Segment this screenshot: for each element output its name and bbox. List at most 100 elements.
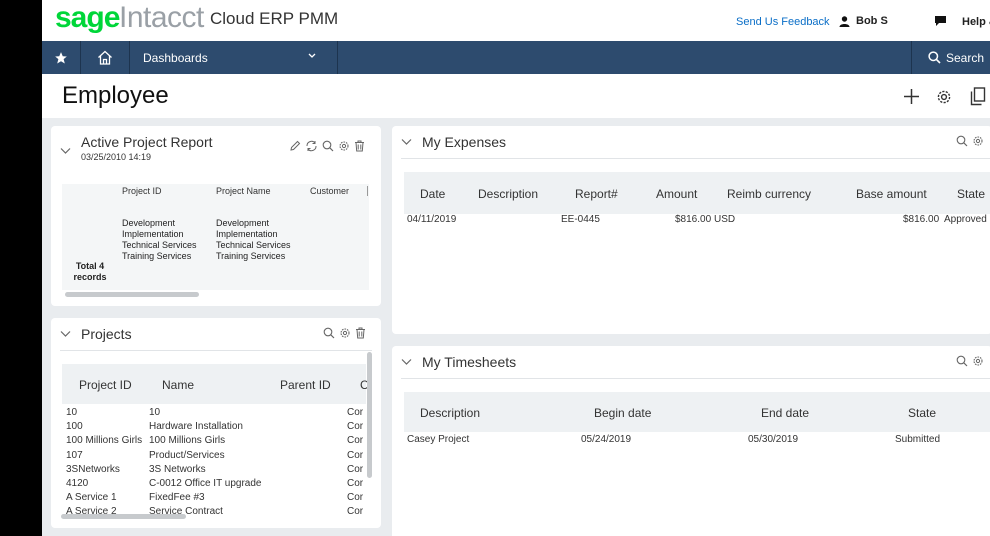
project-name: Hardware Installation xyxy=(149,421,243,433)
gear-icon[interactable] xyxy=(972,135,984,147)
collapse-chevron-icon[interactable] xyxy=(60,330,71,338)
project-id: 100 Millions Girls xyxy=(66,435,143,447)
chat-icon[interactable] xyxy=(934,15,947,27)
total-label: Total 4 xyxy=(75,261,105,271)
search-icon[interactable] xyxy=(956,355,968,367)
gear-icon[interactable] xyxy=(339,327,351,339)
table-row[interactable]: 4120 C-0012 Office IT upgrade Cor xyxy=(66,478,370,492)
sage-logo[interactable]: sage xyxy=(55,1,120,35)
vertical-scrollbar[interactable] xyxy=(367,352,372,478)
table-row[interactable]: 04/11/2019 EE-0445 $816.00 USD $816.00 A… xyxy=(392,214,990,236)
send-feedback-link[interactable]: Send Us Feedback xyxy=(736,16,830,28)
collapse-chevron-icon[interactable] xyxy=(401,358,412,366)
my-timesheets-card: My Timesheets Description Begin date End… xyxy=(392,346,990,536)
app-window: sage Intacct Cloud ERP PMM Send Us Feedb… xyxy=(42,0,990,536)
project-id: 3SNetworks xyxy=(66,463,120,475)
page-title: Employee xyxy=(62,82,169,109)
horizontal-scrollbar[interactable] xyxy=(65,292,199,297)
edit-pencil-icon[interactable] xyxy=(289,140,301,152)
divider xyxy=(401,158,990,159)
expense-currency: USD xyxy=(714,214,736,225)
column-header[interactable]: Report# xyxy=(575,187,618,201)
report-table: Project ID Project Name Customer Develop… xyxy=(62,184,369,290)
table-row[interactable]: Casey Project 05/24/2019 05/30/2019 Subm… xyxy=(392,434,990,456)
column-header[interactable]: Begin date xyxy=(594,406,651,420)
column-header[interactable]: Project ID xyxy=(79,378,132,392)
help-link[interactable]: Help & xyxy=(962,16,990,28)
column-header[interactable]: State xyxy=(908,406,936,420)
main-nav: Dashboards Search xyxy=(42,41,990,74)
user-menu[interactable]: Bob S xyxy=(839,15,888,27)
table-row[interactable]: 10 10 Cor xyxy=(66,407,370,421)
card-title: Active Project Report xyxy=(81,134,213,150)
column-header[interactable]: End date xyxy=(761,406,809,420)
add-icon[interactable] xyxy=(903,88,920,105)
search-icon[interactable] xyxy=(956,135,968,147)
column-header[interactable]: Base amount xyxy=(856,187,927,201)
table-row[interactable]: A Service 2 Service Contract Cor xyxy=(66,506,370,514)
column-header[interactable]: Parent ID xyxy=(280,378,331,392)
table-row[interactable]: 3SNetworks 3S Networks Cor xyxy=(66,464,370,478)
projects-card: Projects Project ID Name Parent ID C 10 1… xyxy=(51,318,381,528)
trash-icon[interactable] xyxy=(354,140,365,152)
trash-icon[interactable] xyxy=(355,327,366,339)
project-c: Cor xyxy=(347,407,364,418)
search-icon[interactable] xyxy=(323,327,335,339)
project-c: Cor xyxy=(347,463,364,475)
refresh-icon[interactable] xyxy=(305,140,318,152)
favorites-button[interactable] xyxy=(42,41,81,74)
project-c: Cor xyxy=(347,506,364,514)
search-icon[interactable] xyxy=(322,140,334,152)
table-row[interactable]: 107 Product/Services Cor xyxy=(66,450,370,464)
list-item: Implementation xyxy=(122,229,184,239)
project-name: Product/Services xyxy=(149,449,225,461)
search-icon xyxy=(928,51,941,64)
column-header[interactable]: Date xyxy=(420,187,445,201)
gear-icon[interactable] xyxy=(935,88,953,106)
column-header[interactable]: Name xyxy=(162,378,194,392)
expense-report-link[interactable]: EE-0445 xyxy=(561,214,600,225)
search-label: Search xyxy=(946,50,985,65)
column-header[interactable]: Description xyxy=(420,406,480,420)
column-header[interactable]: Reimb currency xyxy=(727,187,811,201)
column-divider xyxy=(367,186,368,196)
gear-icon[interactable] xyxy=(972,355,984,367)
my-expenses-card: My Expenses Date Description Report# Amo… xyxy=(392,126,990,334)
copy-icon[interactable] xyxy=(970,87,986,106)
horizontal-scrollbar[interactable] xyxy=(61,514,186,519)
divider xyxy=(401,378,990,379)
expense-state: Approved xyxy=(944,214,987,225)
list-item: Technical Services xyxy=(216,240,291,250)
column-header: Project Name xyxy=(216,186,271,196)
home-button[interactable] xyxy=(81,41,130,74)
top-bar: sage Intacct Cloud ERP PMM Send Us Feedb… xyxy=(42,0,990,41)
project-id: A Service 2 xyxy=(66,506,117,514)
project-c: Cor xyxy=(347,478,364,489)
chevron-down-icon xyxy=(308,50,316,62)
expense-amount: $816.00 xyxy=(675,214,712,225)
column-header[interactable]: State xyxy=(957,187,985,201)
project-name: Service Contract xyxy=(149,506,223,514)
table-row[interactable]: 100 Hardware Installation Cor xyxy=(66,421,370,435)
table-row[interactable]: 100 Millions Girls 100 Millions Girls Cor xyxy=(66,435,370,449)
dashboards-menu[interactable]: Dashboards xyxy=(130,41,338,74)
collapse-chevron-icon[interactable] xyxy=(60,147,71,155)
column-header[interactable]: Description xyxy=(478,187,538,201)
card-title: Projects xyxy=(81,326,132,342)
gear-icon[interactable] xyxy=(338,140,350,152)
table-header: Description Begin date End date State xyxy=(404,392,990,432)
timesheet-begin-date: 05/24/2019 xyxy=(581,434,632,445)
card-toolbar xyxy=(956,355,984,367)
project-id: 10 xyxy=(66,407,78,418)
projects-table-body: 10 10 Cor 100 Hardware Installation Cor 100 Mi… xyxy=(66,407,370,514)
user-name: Bob S xyxy=(856,15,888,27)
product-name: Cloud ERP PMM xyxy=(210,9,339,28)
table-row[interactable]: A Service 1 FixedFee #3 Cor xyxy=(66,492,370,506)
divider xyxy=(60,350,372,351)
search-button[interactable]: Search xyxy=(911,41,990,74)
card-title: My Expenses xyxy=(422,134,507,150)
column-header[interactable]: Amount xyxy=(656,187,697,201)
project-c: Cor xyxy=(347,435,364,447)
column-header: Project ID xyxy=(122,186,162,196)
collapse-chevron-icon[interactable] xyxy=(401,138,412,146)
